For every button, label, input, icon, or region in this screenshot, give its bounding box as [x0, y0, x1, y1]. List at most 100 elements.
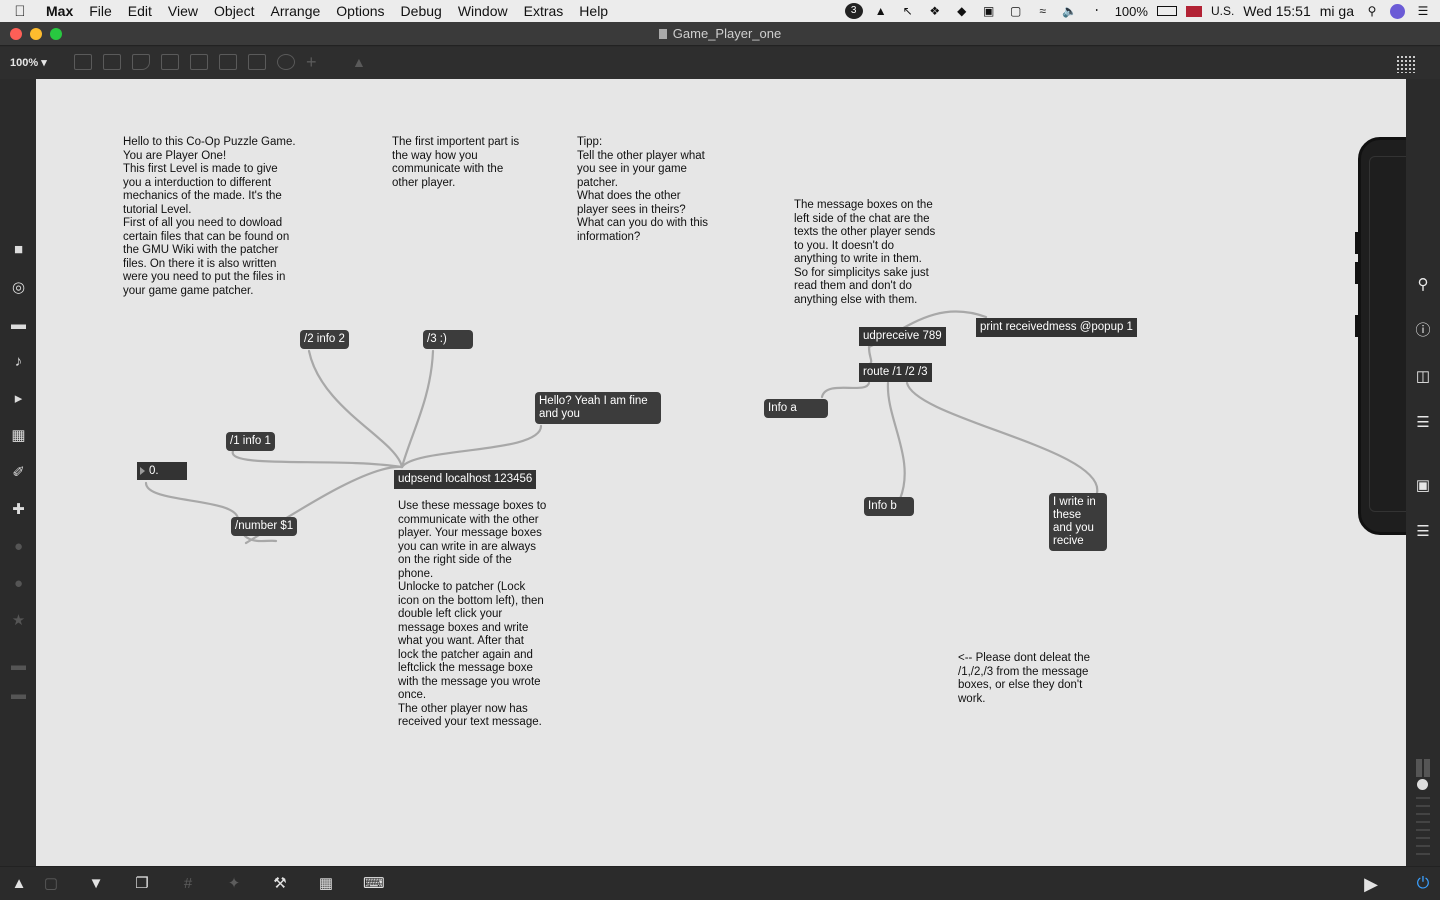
- grid-toggle-icon[interactable]: [1396, 55, 1416, 73]
- split-view-icon[interactable]: ◫: [1414, 368, 1432, 386]
- comment-icon[interactable]: ▼: [87, 876, 105, 892]
- notification-center-icon[interactable]: ☰: [1414, 3, 1432, 19]
- message-iwrite[interactable]: I write in these and you recive: [1049, 493, 1107, 551]
- music-note-icon[interactable]: ♪: [10, 353, 27, 370]
- battery-icon[interactable]: [1156, 6, 1177, 16]
- power-icon[interactable]: ⏻: [1414, 876, 1432, 892]
- zoom-window-button[interactable]: [50, 28, 62, 40]
- message-number[interactable]: /number $1: [231, 517, 298, 536]
- keyboard-icon[interactable]: ⌨: [363, 876, 385, 892]
- menu-debug[interactable]: Debug: [393, 0, 450, 22]
- new-message-icon[interactable]: [103, 54, 121, 70]
- number-box[interactable]: 0.: [137, 462, 187, 480]
- meter-bar: [1416, 759, 1422, 777]
- cord-route-iwrite[interactable]: [905, 381, 1099, 495]
- flag-us-icon[interactable]: [1185, 5, 1202, 17]
- menu-arrange[interactable]: Arrange: [262, 0, 328, 22]
- game-controller-icon[interactable]: ▣: [980, 3, 998, 19]
- plugin-icon[interactable]: ✚: [10, 501, 27, 518]
- object-route[interactable]: route /1 /2 /3: [859, 363, 932, 382]
- usage-comment: Use these message boxes to communicate w…: [398, 500, 547, 728]
- dropbox-icon[interactable]: ❖: [926, 3, 944, 19]
- app-a-icon[interactable]: ▲: [872, 3, 890, 19]
- new-slider-icon[interactable]: [248, 54, 266, 70]
- notification-badge-icon[interactable]: 3: [844, 3, 863, 19]
- object-udpreceive[interactable]: udpreceive 789: [859, 327, 946, 346]
- message-info2[interactable]: /2 info 2: [300, 330, 349, 349]
- message-info-a[interactable]: Info a: [764, 399, 828, 418]
- bluetooth-icon[interactable]: ᛫: [1088, 3, 1106, 19]
- menu-edit[interactable]: Edit: [120, 0, 160, 22]
- new-button-icon[interactable]: [161, 54, 179, 70]
- mixer-icon: ▬: [11, 686, 26, 703]
- target-icon[interactable]: ◎: [10, 279, 27, 296]
- presentation-icon[interactable]: ▢: [42, 876, 60, 892]
- meter-bar: [1416, 837, 1430, 839]
- clock[interactable]: Wed 15:51: [1243, 3, 1310, 19]
- user-name[interactable]: mi ga: [1320, 3, 1354, 19]
- menu-help[interactable]: Help: [571, 0, 616, 22]
- sequence-icon[interactable]: ▸: [10, 390, 27, 407]
- menu-extras[interactable]: Extras: [516, 0, 572, 22]
- zoom-level[interactable]: 100% ▾: [10, 56, 47, 69]
- cord-info2[interactable]: [307, 349, 404, 469]
- lock-icon[interactable]: ▲: [10, 876, 28, 892]
- wrench-icon[interactable]: ⚒: [271, 876, 289, 892]
- cord-hello[interactable]: [400, 424, 543, 469]
- windows-icon[interactable]: ❐: [133, 876, 151, 892]
- shield-icon[interactable]: ◆: [953, 3, 971, 19]
- meter-bar: [1416, 829, 1430, 831]
- grid-icon[interactable]: #: [179, 876, 197, 892]
- new-number-icon[interactable]: [219, 54, 237, 70]
- packages-icon[interactable]: ■: [10, 241, 27, 258]
- close-window-button[interactable]: [10, 28, 22, 40]
- cord-smile[interactable]: [400, 349, 435, 469]
- minimize-window-button[interactable]: [30, 28, 42, 40]
- message-info-b[interactable]: Info b: [864, 497, 914, 516]
- number-triangle-icon: [140, 467, 145, 475]
- cursor-icon[interactable]: ↖: [899, 3, 917, 19]
- cord-route-infoa[interactable]: [820, 381, 871, 399]
- add-object-icon[interactable]: +: [306, 53, 324, 71]
- new-object-icon[interactable]: [74, 54, 92, 70]
- paint-bucket-icon[interactable]: ▲: [352, 54, 370, 70]
- apple-menu-icon[interactable]: : [0, 3, 40, 20]
- menu-max[interactable]: Max: [40, 0, 81, 22]
- camera-icon[interactable]: ▣: [1414, 477, 1432, 495]
- new-toggle-icon[interactable]: [190, 54, 208, 70]
- volume-meter[interactable]: [1414, 757, 1432, 862]
- wifi-icon[interactable]: ≈: [1034, 3, 1052, 19]
- volume-icon[interactable]: 🔈: [1061, 3, 1079, 19]
- search-icon[interactable]: ⚲: [1414, 276, 1432, 294]
- window-titlebar: Game_Player_one: [0, 22, 1440, 46]
- object-udpsend[interactable]: udpsend localhost 123456: [394, 470, 537, 489]
- new-dial-icon[interactable]: [277, 54, 295, 70]
- message-info1[interactable]: /1 info 1: [226, 432, 275, 451]
- spotlight-search-icon[interactable]: ⚲: [1363, 3, 1381, 19]
- image-icon[interactable]: ▦: [10, 427, 27, 444]
- menu-window[interactable]: Window: [450, 0, 516, 22]
- message-smile[interactable]: /3 :): [423, 330, 473, 349]
- cord-route-infob[interactable]: [886, 381, 906, 501]
- menu-file[interactable]: File: [81, 0, 120, 22]
- browser-icon[interactable]: ▬: [10, 316, 27, 333]
- volume-knob[interactable]: [1417, 779, 1428, 790]
- menu-object[interactable]: Object: [206, 0, 262, 22]
- play-transport-icon[interactable]: ▶: [1362, 875, 1380, 893]
- cord-info1[interactable]: [231, 449, 404, 469]
- paperclip-icon[interactable]: ✐: [10, 464, 27, 481]
- menu-options[interactable]: Options: [328, 0, 392, 22]
- list-icon[interactable]: ☰: [1414, 414, 1432, 432]
- message-hello[interactable]: Hello? Yeah I am fine and you: [535, 392, 661, 424]
- siri-icon[interactable]: [1390, 3, 1405, 19]
- input-source[interactable]: U.S.: [1211, 4, 1234, 18]
- info-icon[interactable]: ⓘ: [1414, 322, 1432, 340]
- patcher-canvas[interactable]: Hello to this Co-Op Puzzle Game. You are…: [36, 79, 1406, 866]
- snap-icon[interactable]: ✦: [225, 876, 243, 892]
- screen-record-icon[interactable]: ▢: [1007, 3, 1025, 19]
- object-print[interactable]: print receivedmess @popup 1: [976, 318, 1137, 337]
- sliders-icon[interactable]: ☰: [1414, 523, 1432, 541]
- menu-view[interactable]: View: [160, 0, 206, 22]
- new-comment-icon[interactable]: [132, 54, 150, 70]
- piano-icon[interactable]: ▦: [317, 876, 335, 892]
